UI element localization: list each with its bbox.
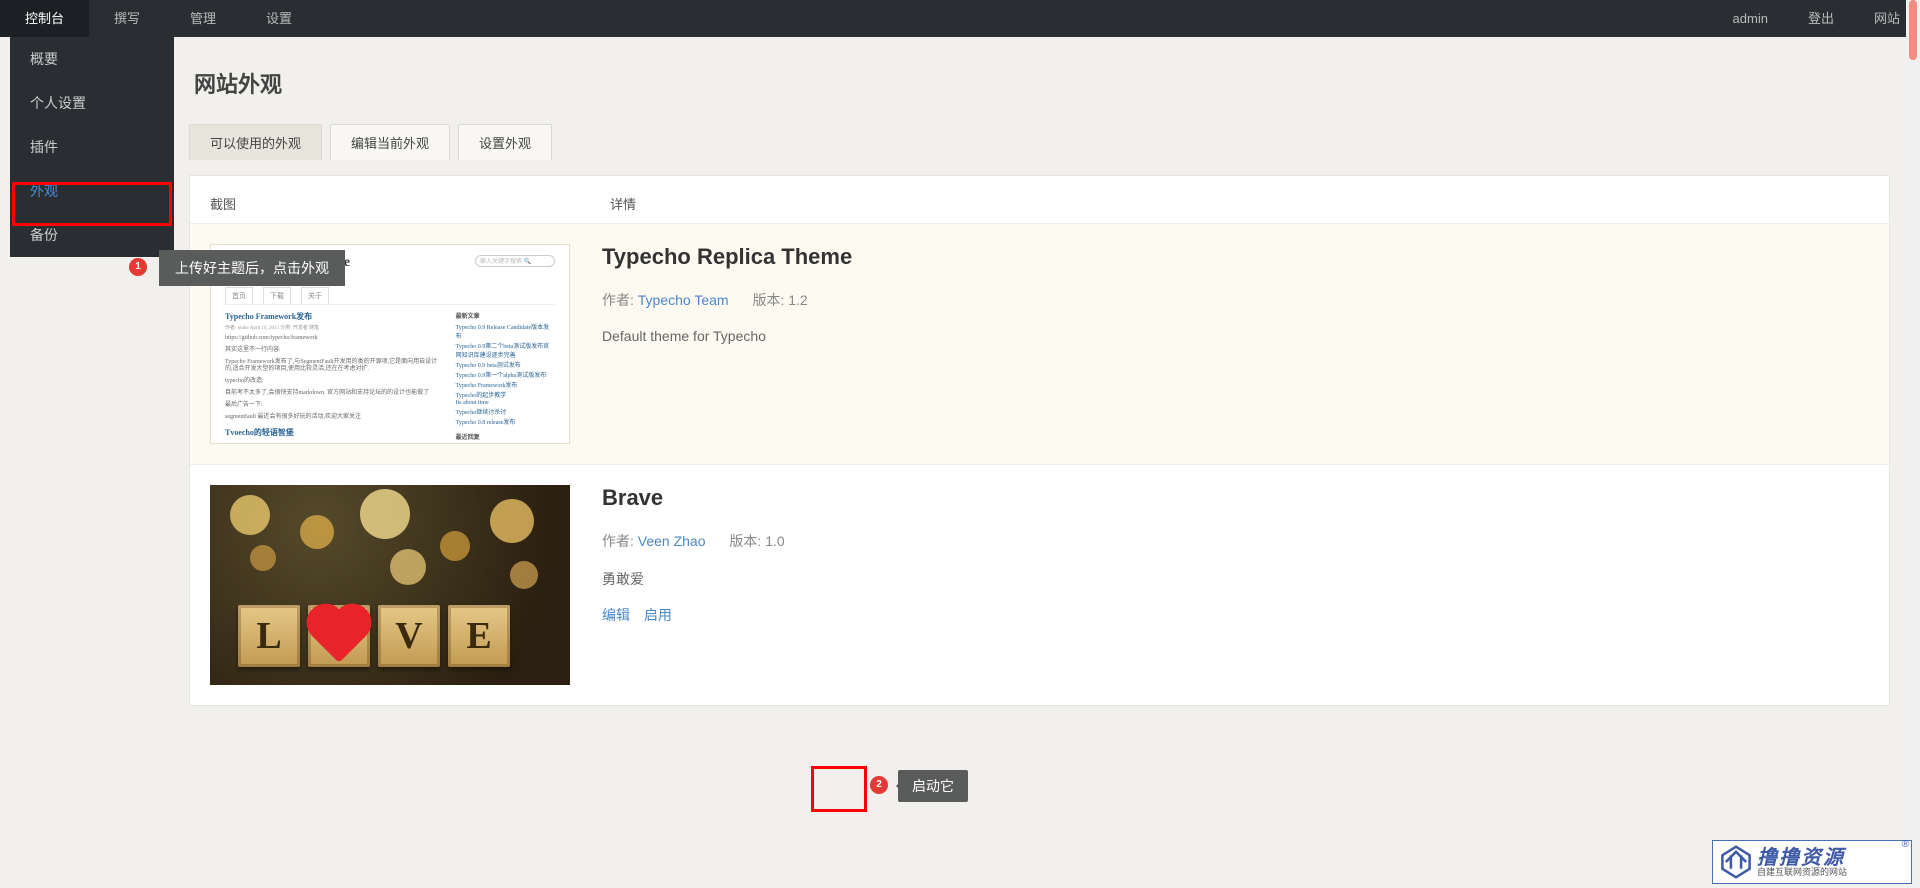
sidebar-item-profile[interactable]: 个人设置	[10, 81, 174, 125]
version-label: 版本:	[752, 292, 788, 308]
nav-settings[interactable]: 设置	[241, 0, 317, 37]
annotation-badge-2: 2	[870, 776, 888, 794]
sidebar-item-plugins[interactable]: 插件	[10, 125, 174, 169]
theme-screenshot: L V E	[210, 485, 570, 685]
nav-manage[interactable]: 管理	[165, 0, 241, 37]
tab-edit-theme[interactable]: 编辑当前外观	[330, 124, 450, 160]
theme-name: Brave	[602, 485, 1869, 511]
watermark: 撸撸资源 自建互联网资源的网站 ®	[1712, 840, 1912, 884]
sidebar-item-backup[interactable]: 备份	[10, 213, 174, 257]
theme-row: L V E Brave 作者: Veen Zhao 版本: 1.0 勇敢爱 编辑…	[190, 464, 1889, 705]
love-block-heart	[308, 605, 370, 667]
annotation-tooltip-1: 上传好主题后，点击外观	[159, 250, 345, 286]
sidebar-item-appearance[interactable]: 外观	[10, 169, 174, 213]
tab-available-themes[interactable]: 可以使用的外观	[189, 124, 322, 160]
sidebar-item-overview[interactable]: 概要	[10, 37, 174, 81]
nav-write[interactable]: 撰写	[89, 0, 165, 37]
annotation-tooltip-2: 启动它	[898, 770, 968, 802]
sidebar: 概要 个人设置 插件 外观 备份	[10, 37, 174, 257]
thumb-search: 输入关键字搜索 🔍	[475, 255, 555, 267]
page-title: 网站外观	[194, 67, 1890, 99]
theme-version: 1.2	[788, 292, 807, 308]
theme-edit-link[interactable]: 编辑	[602, 607, 630, 623]
col-header-detail: 详情	[610, 194, 1869, 213]
theme-version: 1.0	[765, 533, 784, 549]
love-block-e: E	[448, 605, 510, 667]
scrollbar[interactable]	[1906, 0, 1920, 888]
main-content: 网站外观 可以使用的外观 编辑当前外观 设置外观 截图 详情 Typecho O…	[174, 37, 1905, 888]
appearance-tabs: 可以使用的外观 编辑当前外观 设置外观	[189, 124, 1890, 160]
watermark-subtitle: 自建互联网资源的网站	[1757, 868, 1847, 877]
author-label: 作者:	[602, 533, 638, 549]
love-block-l: L	[238, 605, 300, 667]
version-label: 版本:	[729, 533, 765, 549]
top-nav: 控制台 撰写 管理 设置 admin 登出 网站	[0, 0, 1920, 37]
nav-logout[interactable]: 登出	[1788, 0, 1854, 37]
theme-description: 勇敢爱	[602, 569, 1869, 589]
theme-name: Typecho Replica Theme	[602, 244, 1869, 270]
theme-enable-link[interactable]: 启用	[644, 607, 672, 623]
love-block-v: V	[378, 605, 440, 667]
theme-author-link[interactable]: Veen Zhao	[638, 533, 706, 549]
col-header-screenshot: 截图	[210, 194, 610, 213]
theme-row: Typecho Official Site 造有Typecho的关键信息 输入关…	[190, 223, 1889, 464]
scrollbar-thumb[interactable]	[1909, 0, 1917, 60]
theme-author-link[interactable]: Typecho Team	[638, 292, 729, 308]
tab-theme-settings[interactable]: 设置外观	[458, 124, 552, 160]
author-label: 作者:	[602, 292, 638, 308]
annotation-badge-1: 1	[129, 258, 147, 276]
theme-panel: 截图 详情 Typecho Official Site 造有Typecho的关键…	[189, 175, 1890, 706]
theme-description: Default theme for Typecho	[602, 328, 1869, 344]
watermark-title: 撸撸资源	[1757, 848, 1847, 868]
heart-icon	[312, 609, 366, 663]
nav-user[interactable]: admin	[1713, 0, 1788, 37]
watermark-logo-icon	[1719, 845, 1753, 879]
nav-console[interactable]: 控制台	[0, 0, 89, 37]
